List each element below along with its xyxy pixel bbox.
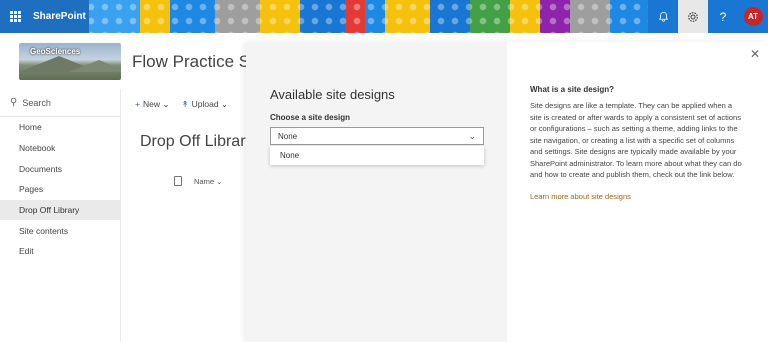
logo-mountain-2 (69, 60, 121, 72)
gear-icon (688, 11, 698, 22)
chevron-down-icon: ⌄ (220, 98, 229, 109)
search-box[interactable]: ⚲ Search (0, 89, 120, 117)
site-logo-text: GeoSciences (30, 47, 81, 56)
panel-title: Available site designs (270, 87, 395, 102)
notifications-button[interactable] (648, 0, 678, 33)
suite-bar-actions: ? AT (648, 0, 768, 33)
avatar: AT (743, 7, 763, 26)
chevron-down-icon: ⌄ (162, 98, 170, 109)
new-label: New (142, 98, 160, 109)
account-button[interactable]: AT (738, 0, 768, 33)
suite-bar: SharePoint ? AT (0, 0, 768, 33)
sharepoint-brand-link[interactable]: SharePoint (31, 0, 89, 33)
info-title: What is a site design? (530, 85, 615, 94)
nav-item-site-contents[interactable]: Site contents (0, 220, 120, 241)
command-bar: + New ⌄ ↟ Upload ⌄ (121, 93, 251, 115)
nav-item-home[interactable]: Home (0, 117, 120, 138)
app-launcher-button[interactable] (0, 0, 31, 33)
dropdown-selected-value: None (278, 131, 298, 141)
plus-icon: + (135, 98, 140, 109)
site-designs-picker-pane: Available site designs Choose a site des… (246, 42, 507, 342)
help-icon: ? (719, 9, 727, 24)
nav-item-edit[interactable]: Edit (0, 241, 120, 262)
help-button[interactable]: ? (708, 0, 738, 33)
chevron-down-icon: ⌄ (468, 131, 476, 141)
dropdown-options-list: None (270, 146, 484, 165)
site-design-dropdown[interactable]: None ⌄ (270, 127, 484, 145)
list-column-header: Name ⌄ (174, 176, 222, 186)
nav-item-documents[interactable]: Documents (0, 158, 120, 179)
waffle-icon (10, 11, 21, 22)
upload-button[interactable]: ↟ Upload ⌄ (181, 99, 228, 110)
name-column-header[interactable]: Name ⌄ (194, 177, 222, 186)
info-body: Site designs are like a template. They c… (530, 101, 742, 179)
dropdown-option-none[interactable]: None (280, 151, 484, 160)
learn-more-link[interactable]: Learn more about site designs (530, 192, 631, 201)
settings-button[interactable] (678, 0, 708, 33)
nav-item-drop-off-library[interactable]: Drop Off Library (0, 199, 120, 221)
nav-item-pages[interactable]: Pages (0, 179, 120, 200)
bell-icon (658, 11, 668, 22)
choose-design-label: Choose a site design (270, 113, 351, 122)
upload-icon: ↟ (181, 98, 189, 109)
document-icon (174, 176, 182, 186)
new-button[interactable]: + New ⌄ (135, 99, 169, 110)
search-placeholder: Search (22, 97, 51, 108)
upload-label: Upload (191, 98, 219, 109)
site-logo[interactable]: GeoSciences (19, 43, 121, 80)
name-column-label: Name (194, 176, 215, 186)
nav-item-notebook[interactable]: Notebook (0, 138, 120, 159)
chevron-down-icon: ⌄ (216, 176, 223, 186)
left-navigation: ⚲ Search Home Notebook Documents Pages D… (0, 89, 121, 342)
library-title: Drop Off Library (140, 133, 254, 150)
site-designs-panel: Available site designs Choose a site des… (246, 42, 768, 342)
close-icon[interactable]: ✕ (750, 47, 760, 61)
search-icon: ⚲ (10, 97, 18, 108)
